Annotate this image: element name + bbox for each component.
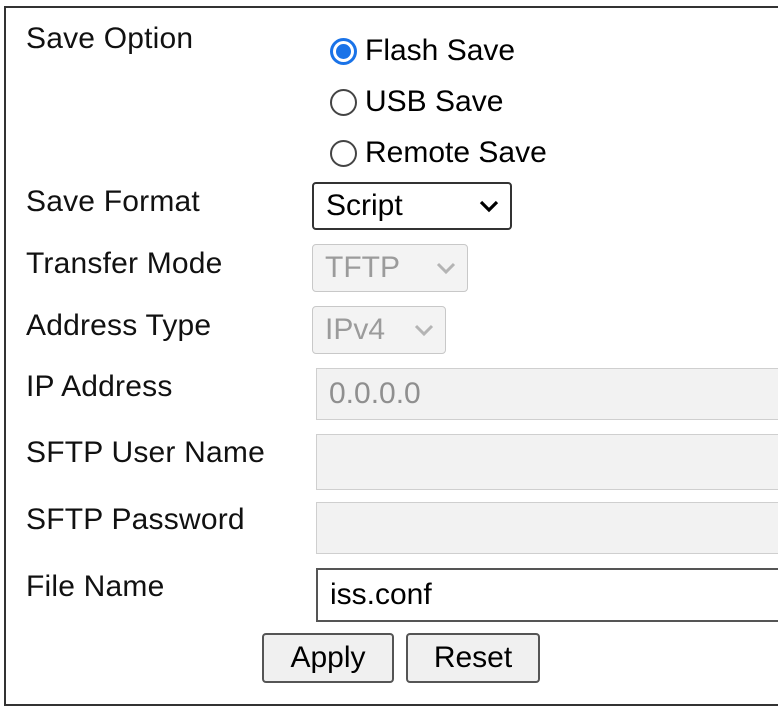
- save-format-select[interactable]: Script: [312, 182, 512, 230]
- radio-flash-save[interactable]: Flash Save: [330, 34, 515, 68]
- transfer-mode-label: Transfer Mode: [26, 247, 223, 280]
- radio-unchecked-icon[interactable]: [330, 139, 357, 167]
- chevron-down-icon: [436, 262, 456, 275]
- transfer-mode-value: TFTP: [325, 251, 400, 284]
- address-type-select: IPv4: [312, 306, 446, 354]
- radio-checked-icon[interactable]: [330, 37, 357, 65]
- ip-address-value: 0.0.0.0: [329, 377, 421, 410]
- chevron-down-icon: [414, 324, 434, 337]
- ip-address-label: IP Address: [26, 370, 173, 403]
- save-configuration-panel: Save Option Flash Save USB Save Remote S…: [4, 6, 778, 706]
- address-type-value: IPv4: [325, 313, 386, 346]
- save-format-value: Script: [326, 189, 403, 222]
- save-format-label: Save Format: [26, 185, 200, 218]
- transfer-mode-select: TFTP: [312, 244, 468, 292]
- sftp-user-name-input: [316, 434, 778, 490]
- reset-button[interactable]: Reset: [406, 633, 540, 683]
- radio-usb-save[interactable]: USB Save: [330, 85, 503, 119]
- sftp-password-input: [316, 502, 778, 554]
- radio-remote-save-label: Remote Save: [365, 136, 547, 169]
- sftp-password-label: SFTP Password: [26, 503, 245, 536]
- chevron-down-icon: [479, 200, 499, 213]
- radio-remote-save[interactable]: Remote Save: [330, 136, 547, 170]
- sftp-user-name-label: SFTP User Name: [26, 436, 265, 469]
- file-name-input[interactable]: iss.conf: [316, 568, 778, 622]
- radio-usb-save-label: USB Save: [365, 85, 504, 118]
- apply-button[interactable]: Apply: [262, 633, 394, 683]
- radio-flash-save-label: Flash Save: [365, 34, 516, 67]
- file-name-value: iss.conf: [330, 578, 432, 611]
- save-option-label: Save Option: [26, 22, 194, 55]
- radio-unchecked-icon[interactable]: [330, 88, 357, 116]
- ip-address-input: 0.0.0.0: [316, 368, 778, 420]
- file-name-label: File Name: [26, 570, 165, 603]
- address-type-label: Address Type: [26, 309, 212, 342]
